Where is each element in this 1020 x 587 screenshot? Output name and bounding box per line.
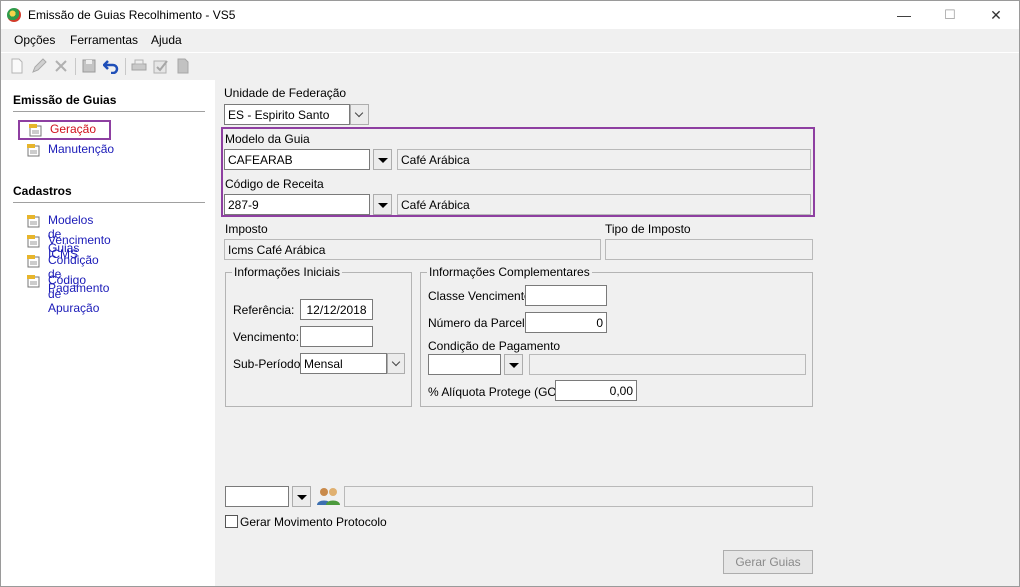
- tipo-imposto-label: Tipo de Imposto: [605, 222, 691, 236]
- sidebar-item-label: Manutenção: [48, 142, 115, 156]
- chevron-down-icon[interactable]: [350, 104, 369, 125]
- codigo-label: Código de Receita: [225, 177, 324, 191]
- sidebar: Emissão de Guias Geração Manutenção Cada…: [1, 80, 215, 586]
- form-icon: [27, 143, 40, 157]
- sidebar-section-emissao: Emissão de Guias: [13, 93, 117, 107]
- edit-icon[interactable]: [31, 58, 47, 74]
- imposto-field: Icms Café Arábica: [224, 239, 601, 260]
- informacoes-complementares-group: Informações Complementares Classe Vencim…: [420, 265, 813, 407]
- form-icon: [27, 274, 40, 288]
- group-title: Informações Iniciais: [232, 265, 343, 279]
- aliquota-input[interactable]: 0,00: [555, 380, 637, 401]
- sidebar-item-condicao[interactable]: Condição de Pagamento: [26, 253, 109, 295]
- tipo-imposto-field: [605, 239, 813, 260]
- sidebar-item-manutencao[interactable]: Manutenção: [26, 142, 114, 158]
- gerar-protocolo-checkbox[interactable]: [225, 515, 238, 528]
- classe-vencimento-input[interactable]: [525, 285, 607, 306]
- save-icon[interactable]: [81, 58, 97, 74]
- protocolo-input[interactable]: [225, 486, 289, 507]
- referencia-label: Referência:: [233, 303, 295, 317]
- vencimento-label: Vencimento:: [233, 330, 300, 344]
- referencia-input[interactable]: 12/12/2018: [300, 299, 373, 320]
- group-title: Informações Complementares: [427, 265, 592, 279]
- informacoes-iniciais-group: Informações Iniciais Referência: 12/12/2…: [225, 265, 412, 407]
- sidebar-item-vencimento[interactable]: Vencimento ICMS: [26, 233, 111, 261]
- condicao-description: [529, 354, 806, 375]
- condicao-input[interactable]: [428, 354, 501, 375]
- delete-icon[interactable]: [53, 58, 69, 74]
- menu-opcoes[interactable]: Opções: [14, 33, 55, 47]
- sidebar-item-label: Código de Apuração: [48, 273, 100, 315]
- menu-ajuda[interactable]: Ajuda: [151, 33, 182, 47]
- sidebar-divider: [13, 202, 205, 203]
- document-icon[interactable]: [175, 58, 191, 74]
- vencimento-input[interactable]: [300, 326, 373, 347]
- title-bar: Emissão de Guias Recolhimento - VS5 — ☐ …: [1, 1, 1019, 29]
- users-icon[interactable]: [316, 486, 342, 506]
- print-icon[interactable]: [131, 58, 147, 74]
- imposto-label: Imposto: [225, 222, 268, 236]
- subperiodo-select[interactable]: Mensal: [300, 353, 387, 374]
- condicao-label: Condição de Pagamento: [428, 339, 561, 353]
- menu-bar: Opções Ferramentas Ajuda: [1, 29, 1019, 51]
- check-icon[interactable]: [153, 58, 169, 74]
- sidebar-divider: [13, 111, 205, 112]
- protocolo-description: [344, 486, 813, 507]
- gerar-guias-button[interactable]: Gerar Guias: [723, 550, 813, 574]
- app-logo-icon: [7, 8, 21, 22]
- form-icon: [27, 234, 40, 248]
- condicao-dropdown-arrow-icon[interactable]: [504, 354, 523, 375]
- app-window: Emissão de Guias Recolhimento - VS5 — ☐ …: [0, 0, 1020, 587]
- sidebar-section-cadastros: Cadastros: [13, 184, 72, 198]
- toolbar: [1, 52, 1019, 79]
- codigo-description: Café Arábica: [397, 194, 811, 215]
- menu-ferramentas[interactable]: Ferramentas: [70, 33, 138, 47]
- main-content: Unidade de Federação ES - Espirito Santo…: [215, 80, 1019, 586]
- maximize-button[interactable]: ☐: [927, 1, 973, 29]
- close-button[interactable]: ✕: [973, 1, 1019, 29]
- subperiodo-label: Sub-Período:: [233, 357, 304, 371]
- chevron-down-icon[interactable]: [387, 353, 405, 374]
- modelo-label: Modelo da Guia: [225, 132, 310, 146]
- uf-label: Unidade de Federação: [224, 86, 347, 100]
- codigo-dropdown-arrow-icon[interactable]: [373, 194, 392, 215]
- modelo-description: Café Arábica: [397, 149, 811, 170]
- codigo-input[interactable]: 287-9: [224, 194, 370, 215]
- modelo-dropdown-arrow-icon[interactable]: [373, 149, 392, 170]
- new-icon[interactable]: [9, 58, 25, 74]
- form-icon: [27, 254, 40, 268]
- selected-item-highlight: [18, 120, 111, 140]
- uf-select[interactable]: ES - Espirito Santo: [224, 104, 350, 125]
- undo-icon[interactable]: [103, 58, 119, 74]
- form-icon: [27, 214, 40, 228]
- protocolo-dropdown-arrow-icon[interactable]: [292, 486, 311, 507]
- aliquota-label: % Alíquota Protege (GO):: [428, 385, 565, 399]
- sidebar-item-codigo-apuracao[interactable]: Código de Apuração: [26, 273, 99, 315]
- sidebar-item-modelos[interactable]: Modelos de Guias: [26, 213, 93, 255]
- gerar-protocolo-label: Gerar Movimento Protocolo: [240, 515, 387, 529]
- parcela-label: Número da Parcela:: [428, 316, 535, 330]
- window-title: Emissão de Guias Recolhimento - VS5: [28, 8, 236, 22]
- modelo-input[interactable]: CAFEARAB: [224, 149, 370, 170]
- minimize-button[interactable]: —: [881, 1, 927, 29]
- parcela-input[interactable]: 0: [525, 312, 607, 333]
- classe-vencimento-label: Classe Vencimento:: [428, 289, 535, 303]
